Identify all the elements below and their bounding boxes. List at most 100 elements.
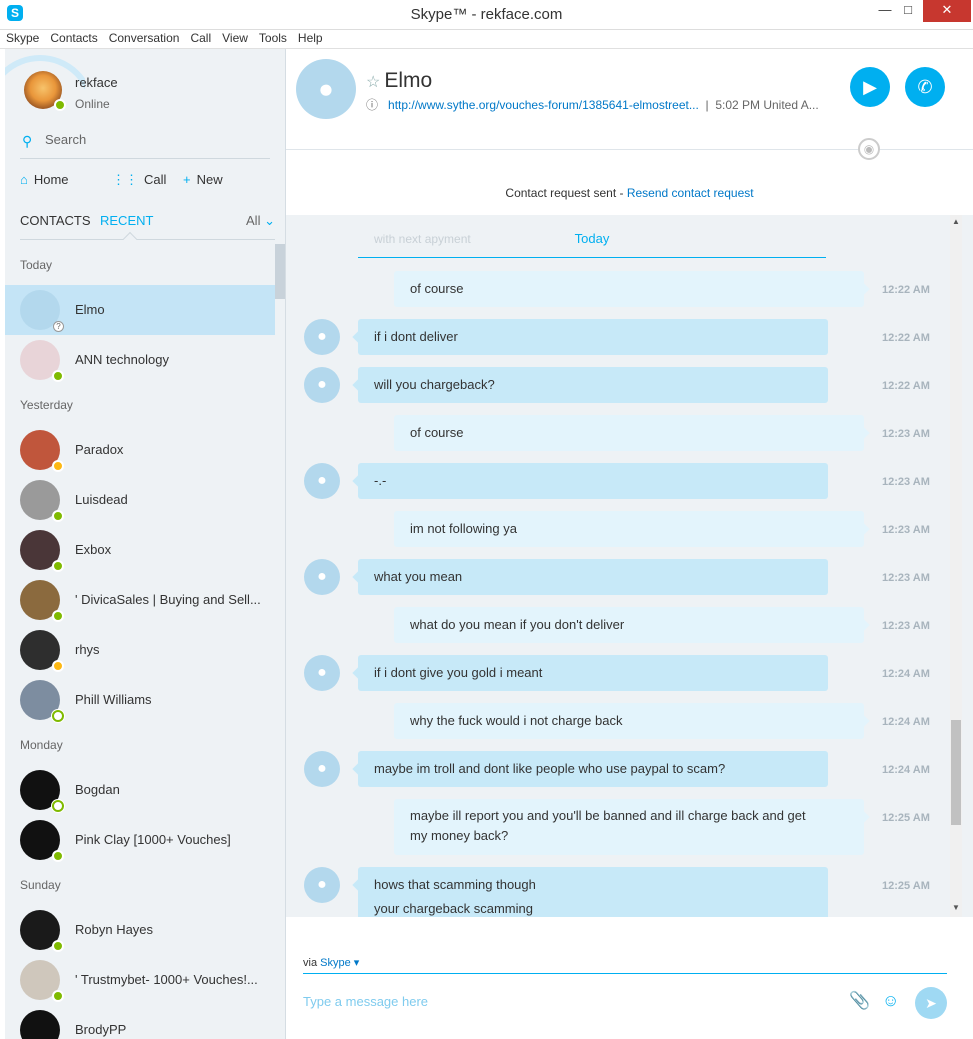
- scroll-down-arrow-icon[interactable]: ▼: [950, 903, 962, 912]
- message-time: 12:24 AM: [882, 764, 930, 776]
- filter-dropdown[interactable]: All ⌄: [246, 213, 275, 229]
- search-box[interactable]: ⚲ Search: [20, 129, 270, 159]
- chat-header: ● ☆ Elmo ⓘ http://www.sythe.org/vouches-f…: [286, 49, 973, 149]
- sidebar-scrollbar[interactable]: [275, 244, 285, 299]
- message-time: 12:23 AM: [882, 476, 930, 488]
- contact-name: Paradox: [75, 442, 124, 457]
- person-icon: ●: [318, 73, 334, 104]
- scroll-up-arrow-icon[interactable]: ▲: [950, 217, 962, 226]
- home-button[interactable]: ⌂ Home: [20, 172, 69, 187]
- video-call-button[interactable]: ▶: [850, 67, 890, 107]
- emoticon-icon[interactable]: ☺: [882, 991, 899, 1011]
- message-scrollbar[interactable]: ▲ ▼: [950, 215, 962, 917]
- message-bubble-sent[interactable]: why the fuck would i not charge back: [394, 703, 870, 739]
- message-bubble-sent[interactable]: im not following ya: [394, 511, 870, 547]
- message-bubble-received[interactable]: -.-: [352, 463, 828, 499]
- online-status-icon: [52, 510, 64, 522]
- contact-row[interactable]: ? Elmo: [5, 285, 275, 335]
- contact-avatar: [20, 960, 64, 1002]
- message-bubble-received[interactable]: maybe im troll and dont like people who …: [352, 751, 828, 787]
- contact-row[interactable]: Paradox: [5, 425, 275, 475]
- new-button[interactable]: + New: [183, 172, 223, 187]
- contact-row[interactable]: Luisdead: [5, 475, 275, 525]
- contact-row[interactable]: Bogdan: [5, 765, 275, 815]
- menu-contacts[interactable]: Contacts: [44, 30, 102, 45]
- message-bubble-received[interactable]: if i dont give you gold i meant: [352, 655, 828, 691]
- contact-row[interactable]: Phill Williams: [5, 675, 275, 725]
- message-text: what you mean: [374, 569, 463, 584]
- menu-view[interactable]: View: [216, 30, 253, 45]
- contact-avatar: [20, 1010, 60, 1039]
- message-text: maybe ill report you and you'll be banne…: [410, 808, 806, 823]
- attach-paperclip-icon[interactable]: 📎: [849, 991, 870, 1011]
- message-text: if i dont give you gold i meant: [374, 665, 543, 680]
- message-input[interactable]: Type a message here: [303, 994, 428, 1009]
- contact-name: Robyn Hayes: [75, 922, 154, 937]
- message-time: 12:22 AM: [882, 380, 930, 392]
- voice-call-button[interactable]: ✆: [905, 67, 945, 107]
- tab-contacts[interactable]: CONTACTS: [20, 213, 91, 228]
- menu-skype[interactable]: Skype: [0, 30, 44, 45]
- send-button[interactable]: ➤: [915, 987, 947, 1019]
- message-bubble-sent[interactable]: maybe ill report you and you'll be banne…: [394, 799, 870, 855]
- group-header-today: Today: [20, 258, 53, 272]
- video-camera-icon: ▶: [863, 77, 877, 97]
- message-time: 12:24 AM: [882, 668, 930, 680]
- menu-conversation[interactable]: Conversation: [103, 30, 185, 45]
- contact-name: rhys: [75, 642, 100, 657]
- message-text: -.-: [374, 473, 387, 488]
- message-bubble-sent[interactable]: what do you mean if you don't deliver: [394, 607, 870, 643]
- contact-row[interactable]: ANN technology: [5, 335, 275, 385]
- contact-row[interactable]: Exbox: [5, 525, 275, 575]
- via-selector[interactable]: via Skype ▾: [303, 956, 359, 969]
- dialpad-icon: ⋮⋮: [112, 172, 138, 187]
- maximize-button[interactable]: □: [893, 0, 923, 22]
- message-bubble-received[interactable]: what you mean: [352, 559, 828, 595]
- offline-status-icon: [52, 710, 64, 722]
- favorite-star-icon[interactable]: ☆: [366, 74, 380, 91]
- message-text-line2: my money back?: [410, 828, 509, 843]
- contact-avatar: [20, 910, 64, 952]
- message-bubble-received[interactable]: if i dont deliver: [352, 319, 828, 355]
- menu-help[interactable]: Help: [292, 30, 328, 45]
- message-text-line2: your chargeback scamming: [374, 901, 533, 916]
- menu-tools[interactable]: Tools: [253, 30, 292, 45]
- contact-row[interactable]: ' DivicaSales | Buying and Sell...: [5, 575, 275, 625]
- contact-row[interactable]: rhys: [5, 625, 275, 675]
- contact-name: Bogdan: [75, 782, 120, 797]
- contact-avatar: [20, 480, 64, 522]
- contact-row[interactable]: ' Trustmybet- 1000+ Vouches!...: [5, 955, 275, 1005]
- message-time: 12:23 AM: [882, 428, 930, 440]
- mood-info-icon: ⓘ: [366, 98, 379, 112]
- resend-request-link[interactable]: Resend contact request: [627, 186, 754, 200]
- scrollbar-thumb[interactable]: [951, 720, 961, 825]
- message-text: of course: [410, 425, 464, 440]
- online-status-icon: [52, 850, 64, 862]
- contact-name: Phill Williams: [75, 692, 152, 707]
- sender-avatar: ●: [304, 367, 340, 403]
- message-bubble-sent[interactable]: of course: [394, 415, 870, 451]
- contact-avatar: [20, 770, 64, 812]
- contact-row[interactable]: BrodyPP: [5, 1005, 275, 1039]
- chat-contact-name[interactable]: ☆ Elmo: [366, 69, 432, 93]
- contact-row[interactable]: Robyn Hayes: [5, 905, 275, 955]
- message-bubble-received[interactable]: hows that scamming though your chargeback…: [352, 867, 828, 917]
- offline-status-icon: [52, 800, 64, 812]
- profile-status[interactable]: Online: [75, 97, 110, 111]
- mood-link[interactable]: http://www.sythe.org/vouches-forum/13856…: [388, 98, 699, 112]
- via-service[interactable]: Skype: [320, 957, 351, 969]
- online-status-icon: [54, 99, 66, 111]
- contact-avatar-large[interactable]: ●: [296, 59, 356, 119]
- day-separator: Today: [358, 223, 826, 258]
- message-bubble-sent[interactable]: of course: [394, 271, 870, 307]
- close-button[interactable]: ✕: [923, 0, 971, 22]
- profile-name[interactable]: rekface: [75, 75, 118, 90]
- search-input[interactable]: Search: [45, 132, 86, 147]
- profile-avatar[interactable]: [24, 71, 66, 111]
- menu-call[interactable]: Call: [184, 30, 216, 45]
- contact-row[interactable]: Pink Clay [1000+ Vouches]: [5, 815, 275, 865]
- contact-avatar: [20, 340, 64, 382]
- call-button[interactable]: ⋮⋮ Call: [112, 172, 166, 188]
- tab-recent[interactable]: RECENT: [100, 213, 153, 228]
- message-bubble-received[interactable]: will you chargeback?: [352, 367, 828, 403]
